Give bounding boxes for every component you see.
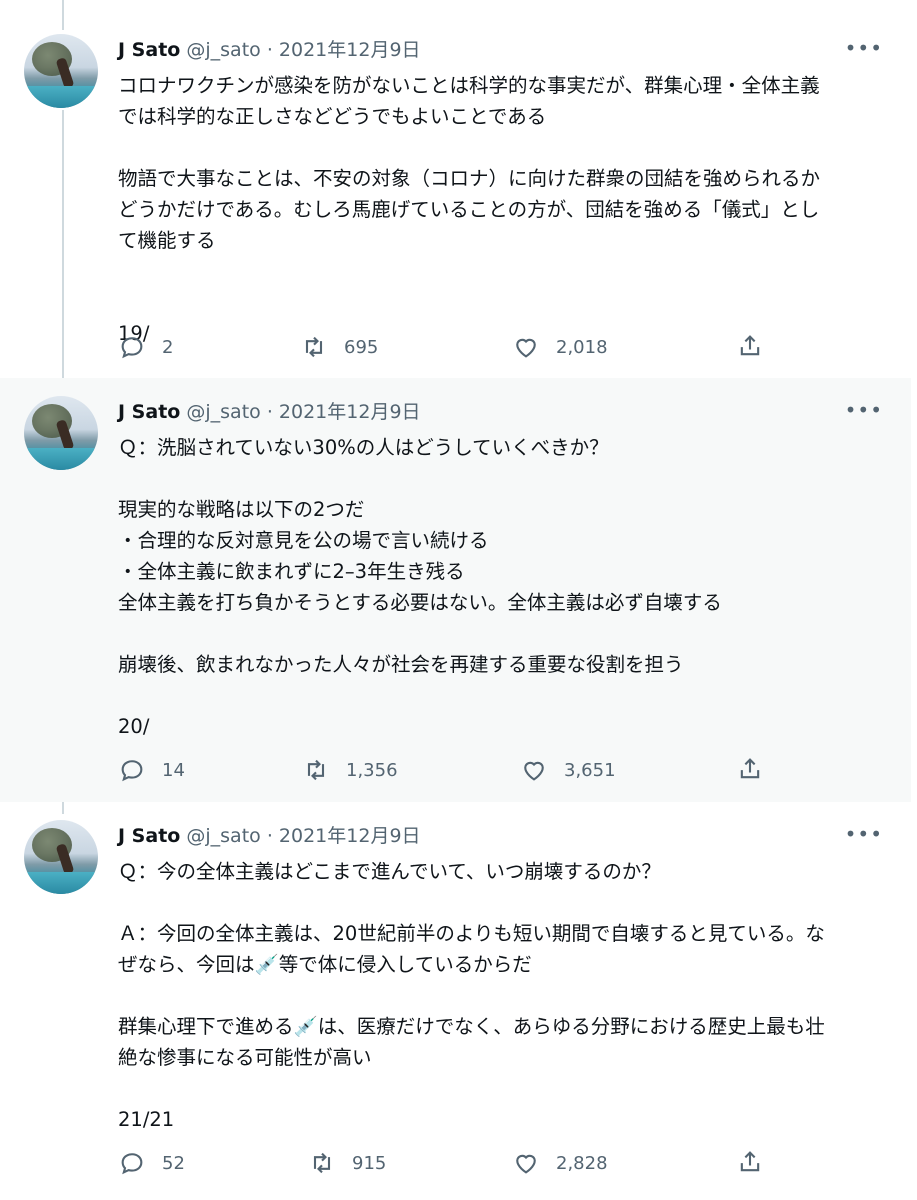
- retweet-icon: [313, 1152, 331, 1174]
- heart-icon: [524, 761, 544, 781]
- reply-icon: [121, 337, 143, 359]
- tweet-date[interactable]: 2021年12月9日: [279, 401, 421, 423]
- retweet-count: 915: [352, 1152, 387, 1174]
- avatar[interactable]: [24, 820, 98, 894]
- share-button[interactable]: [736, 1148, 764, 1180]
- tweet-actions: 52 915 2,828: [118, 1148, 888, 1178]
- avatar[interactable]: [24, 396, 98, 470]
- tweet-text: コロナワクチンが感染を防がないことは科学的な事実だが、群集心理・全体主義 では科…: [118, 74, 821, 345]
- share-button[interactable]: [736, 755, 764, 787]
- tweet-date[interactable]: 2021年12月9日: [279, 39, 421, 61]
- tweet-21[interactable]: J Sato @j_sato · 2021年12月9日 ••• Ｑ：今の全体主義…: [0, 802, 911, 1196]
- reply-count: 52: [162, 1152, 185, 1174]
- more-horizontal-icon[interactable]: •••: [845, 400, 883, 420]
- share-button[interactable]: [736, 332, 764, 364]
- retweet-button[interactable]: 695: [300, 332, 378, 362]
- tweet-text: Ｑ：洗脳されていない30%の人はどうしていくべきか？ 現実的な戦略は以下の2つだ…: [118, 436, 722, 738]
- tweet-header: J Sato @j_sato · 2021年12月9日: [118, 39, 421, 61]
- author-name[interactable]: J Sato: [118, 39, 180, 61]
- share-icon: [740, 335, 760, 356]
- tweet-date[interactable]: 2021年12月9日: [279, 825, 421, 847]
- tweet-20[interactable]: J Sato @j_sato · 2021年12月9日 ••• Ｑ：洗脳されてい…: [0, 378, 911, 802]
- more-horizontal-icon[interactable]: •••: [845, 38, 883, 58]
- share-icon: [740, 1151, 760, 1172]
- reply-icon: [121, 1153, 143, 1175]
- like-button[interactable]: 2,018: [512, 332, 608, 362]
- retweet-count: 695: [344, 336, 379, 358]
- retweet-button[interactable]: 915: [308, 1148, 386, 1178]
- author-name[interactable]: J Sato: [118, 825, 180, 847]
- reply-button[interactable]: 14: [118, 755, 185, 785]
- more-horizontal-icon[interactable]: •••: [845, 824, 883, 844]
- author-name[interactable]: J Sato: [118, 401, 180, 423]
- retweet-icon: [307, 759, 325, 781]
- heart-icon: [516, 1154, 536, 1174]
- tweet-actions: 14 1,356 3,651: [118, 755, 888, 785]
- author-handle[interactable]: @j_sato: [186, 401, 260, 423]
- share-icon: [740, 758, 760, 779]
- tweet-header: J Sato @j_sato · 2021年12月9日: [118, 825, 421, 847]
- retweet-count: 1,356: [346, 759, 398, 781]
- like-count: 2,828: [556, 1152, 608, 1174]
- like-count: 3,651: [564, 759, 616, 781]
- tweet-text: Ｑ：今の全体主義はどこまで進んでいて、いつ崩壊するのか？ Ａ：今回の全体主義は、…: [118, 860, 825, 1131]
- reply-icon: [121, 760, 143, 782]
- reply-button[interactable]: 52: [118, 1148, 185, 1178]
- tweet-header: J Sato @j_sato · 2021年12月9日: [118, 401, 421, 423]
- heart-icon: [516, 338, 536, 358]
- retweet-icon: [305, 336, 323, 358]
- like-button[interactable]: 3,651: [520, 755, 616, 785]
- reply-count: 14: [162, 759, 185, 781]
- reply-button[interactable]: 2: [118, 332, 173, 362]
- avatar[interactable]: [24, 34, 98, 108]
- retweet-button[interactable]: 1,356: [302, 755, 398, 785]
- tweet-19[interactable]: J Sato @j_sato · 2021年12月9日 ••• コロナワクチンが…: [0, 0, 911, 378]
- reply-count: 2: [162, 336, 174, 358]
- like-count: 2,018: [556, 336, 608, 358]
- author-handle[interactable]: @j_sato: [186, 39, 260, 61]
- like-button[interactable]: 2,828: [512, 1148, 608, 1178]
- tweet-actions: 2 695 2,018: [118, 332, 888, 362]
- author-handle[interactable]: @j_sato: [186, 825, 260, 847]
